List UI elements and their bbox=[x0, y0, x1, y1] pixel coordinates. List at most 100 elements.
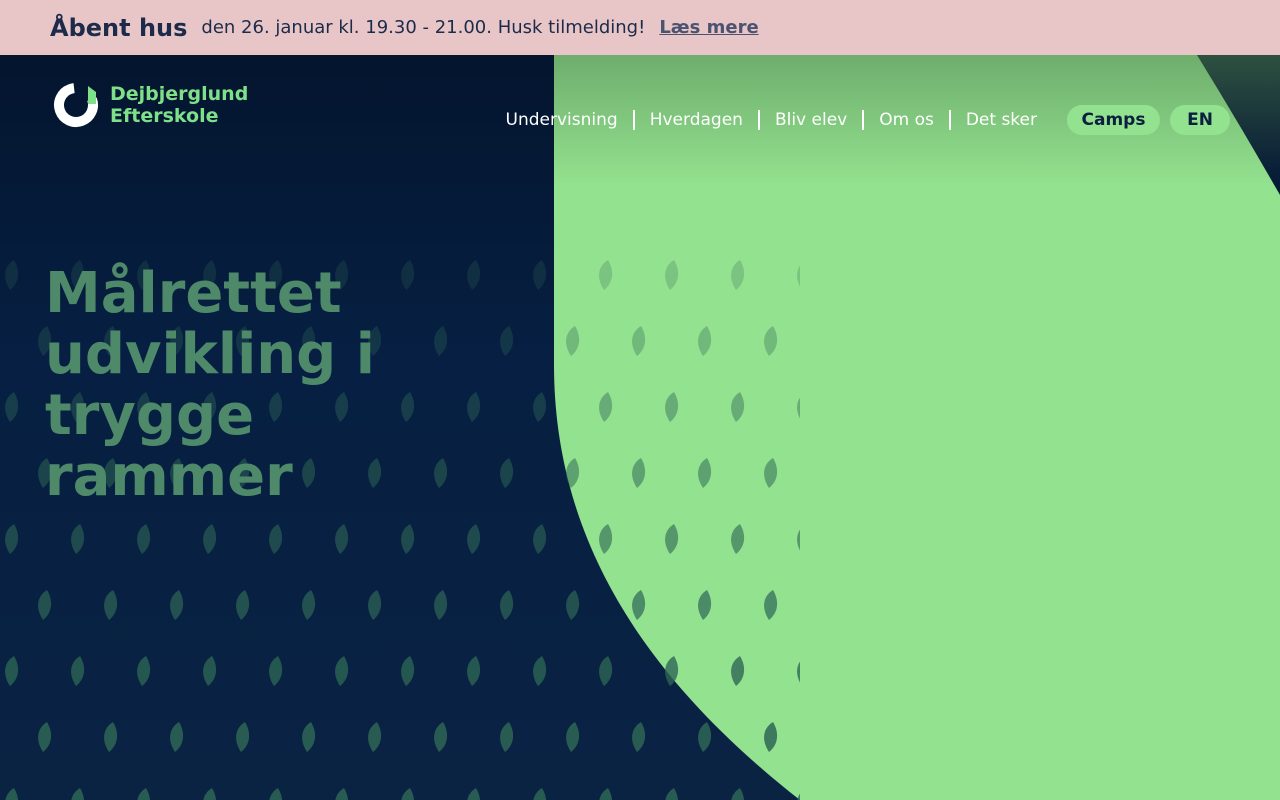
leaf-shape bbox=[467, 524, 481, 554]
leaf-shape bbox=[71, 524, 85, 554]
leaf-shape bbox=[632, 590, 646, 620]
leaf-shape bbox=[203, 656, 217, 686]
leaf-shape bbox=[632, 326, 646, 356]
leaf-shape bbox=[71, 656, 85, 686]
leaf-shape bbox=[566, 458, 580, 488]
leaf-shape bbox=[797, 661, 800, 683]
site-logo[interactable]: Dejbjerglund Efterskole bbox=[50, 82, 248, 128]
nav-item-undervisning[interactable]: Undervisning bbox=[491, 110, 635, 130]
leaf-shape bbox=[533, 524, 547, 554]
leaf-shape bbox=[764, 458, 778, 488]
leaf-shape bbox=[797, 529, 800, 551]
leaf-shape bbox=[764, 590, 778, 620]
camps-button[interactable]: Camps bbox=[1067, 105, 1160, 135]
leaf-shape bbox=[500, 722, 514, 752]
leaf-shape bbox=[269, 524, 283, 554]
leaf-shape bbox=[566, 590, 580, 620]
leaf-shape bbox=[533, 392, 547, 422]
leaf-shape bbox=[500, 590, 514, 620]
leaf-shape bbox=[797, 793, 800, 800]
leaf-shape bbox=[797, 265, 800, 287]
leaf-shape bbox=[698, 722, 712, 752]
leaf-shape bbox=[533, 788, 547, 800]
announcement-read-more-link[interactable]: Læs mere bbox=[659, 17, 758, 38]
leaf-shape bbox=[104, 722, 118, 752]
leaf-shape bbox=[467, 788, 481, 800]
leaf-shape bbox=[599, 788, 613, 800]
leaf-shape bbox=[104, 590, 118, 620]
leaf-shape bbox=[566, 722, 580, 752]
announcement-text: den 26. januar kl. 19.30 - 21.00. Husk t… bbox=[201, 17, 646, 38]
leaf-shape bbox=[5, 656, 19, 686]
leaf-shape bbox=[698, 326, 712, 356]
leaf-shape bbox=[698, 458, 712, 488]
leaf-shape bbox=[731, 656, 745, 686]
leaf-shape bbox=[38, 590, 52, 620]
leaf-shape bbox=[599, 260, 613, 290]
leaf-shape bbox=[731, 392, 745, 422]
leaf-shape bbox=[665, 392, 679, 422]
leaf-shape bbox=[335, 788, 349, 800]
logo-line-1: Dejbjerglund bbox=[110, 83, 249, 105]
language-en-button[interactable]: EN bbox=[1170, 105, 1230, 135]
leaf-shape bbox=[599, 524, 613, 554]
leaf-shape bbox=[797, 397, 800, 419]
leaf-shape bbox=[533, 260, 547, 290]
leaf-shape bbox=[632, 458, 646, 488]
leaf-shape bbox=[665, 788, 679, 800]
leaf-shape bbox=[599, 656, 613, 686]
leaf-shape bbox=[731, 788, 745, 800]
nav-item-bliv-elev[interactable]: Bliv elev bbox=[760, 110, 865, 130]
announcement-bar: Åbent hus den 26. januar kl. 19.30 - 21.… bbox=[0, 0, 1280, 55]
leaf-shape bbox=[599, 392, 613, 422]
logo-text: Dejbjerglund Efterskole bbox=[110, 83, 248, 127]
leaf-shape bbox=[401, 524, 415, 554]
logo-line-2: Efterskole bbox=[110, 105, 219, 127]
leaf-shape bbox=[500, 326, 514, 356]
leaf-shape bbox=[731, 524, 745, 554]
leaf-shape bbox=[566, 326, 580, 356]
leaf-shape bbox=[467, 656, 481, 686]
leaf-shape bbox=[302, 722, 316, 752]
leaf-shape bbox=[335, 656, 349, 686]
leaf-shape bbox=[5, 260, 19, 290]
nav-item-det-sker[interactable]: Det sker bbox=[951, 110, 1052, 130]
leaf-shape bbox=[368, 722, 382, 752]
logo-mark-icon bbox=[54, 83, 98, 127]
leaf-shape bbox=[401, 788, 415, 800]
leaf-shape bbox=[236, 590, 250, 620]
leaf-shape bbox=[170, 722, 184, 752]
leaf-shape bbox=[137, 788, 151, 800]
leaf-shape bbox=[401, 656, 415, 686]
leaf-shape bbox=[5, 524, 19, 554]
leaf-shape bbox=[731, 260, 745, 290]
main-nav: Undervisning Hverdagen Bliv elev Om os D… bbox=[491, 105, 1230, 135]
leaf-shape bbox=[665, 656, 679, 686]
leaf-shape bbox=[236, 722, 250, 752]
leaf-shape bbox=[467, 392, 481, 422]
leaf-shape bbox=[71, 788, 85, 800]
hero-headline: Målrettet udvikling i trygge rammer bbox=[45, 261, 375, 509]
leaf-shape bbox=[764, 722, 778, 752]
leaf-shape bbox=[335, 524, 349, 554]
leaf-shape bbox=[170, 590, 184, 620]
hero-section: Målrettet udvikling i trygge rammer bbox=[0, 55, 1280, 800]
leaf-shape bbox=[434, 722, 448, 752]
leaf-shape bbox=[632, 722, 646, 752]
leaf-shape bbox=[5, 392, 19, 422]
leaf-shape bbox=[665, 524, 679, 554]
leaf-shape bbox=[368, 590, 382, 620]
leaf-shape bbox=[269, 656, 283, 686]
leaf-shape bbox=[5, 788, 19, 800]
leaf-shape bbox=[203, 524, 217, 554]
leaf-shape bbox=[137, 524, 151, 554]
leaf-shape bbox=[698, 590, 712, 620]
leaf-shape bbox=[38, 722, 52, 752]
leaf-shape bbox=[203, 788, 217, 800]
nav-item-hverdagen[interactable]: Hverdagen bbox=[635, 110, 760, 130]
leaf-shape bbox=[137, 656, 151, 686]
leaf-shape bbox=[467, 260, 481, 290]
nav-item-om-os[interactable]: Om os bbox=[864, 110, 951, 130]
leaf-shape bbox=[500, 458, 514, 488]
leaf-shape bbox=[302, 590, 316, 620]
